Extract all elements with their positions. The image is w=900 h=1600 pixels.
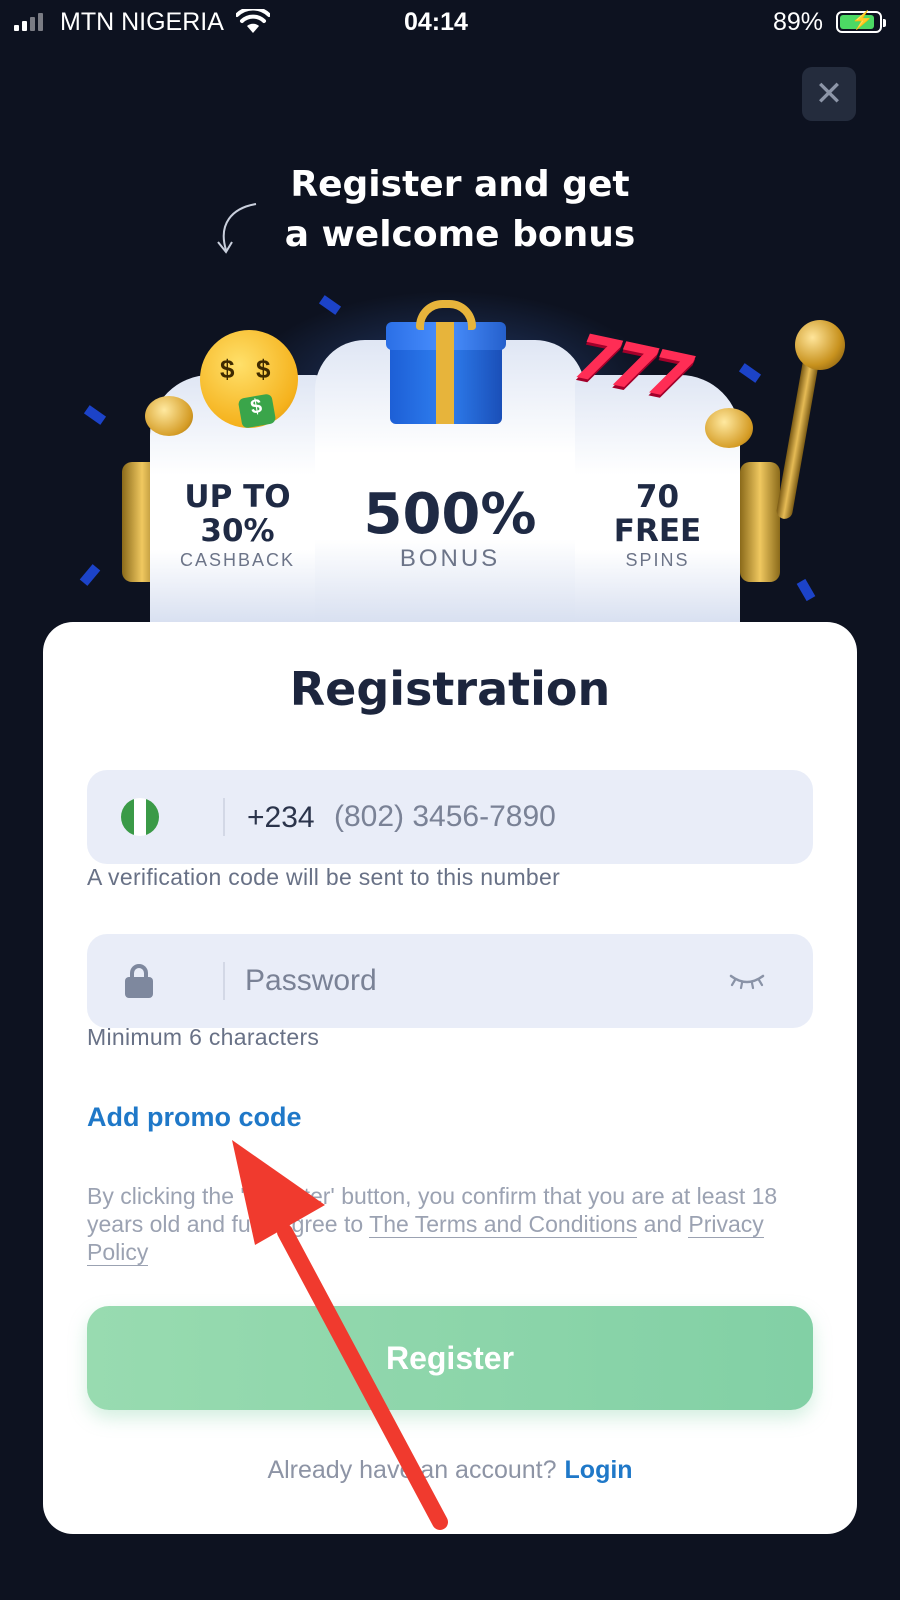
promo-title-line1: Register and get (290, 164, 630, 205)
phone-field[interactable]: +234 (87, 770, 834, 864)
login-link[interactable]: Login (565, 1456, 633, 1484)
slot-lever-knob (795, 320, 845, 370)
battery-percentage: 89% (773, 8, 824, 36)
carrier-name: MTN NIGERIA (60, 8, 224, 36)
registration-card: Registration +234 A verification code wi… (43, 622, 857, 1534)
login-prompt-text: Already have an account? (267, 1456, 557, 1484)
slot-lever (775, 349, 821, 521)
free-spins-line2: FREE (613, 513, 702, 549)
phone-input[interactable] (334, 792, 834, 842)
add-promo-code-link[interactable]: Add promo code (87, 1102, 302, 1133)
clock: 04:14 (404, 8, 468, 36)
promo-title: Register and get a welcome bonus (270, 160, 650, 260)
confetti-decoration (79, 564, 101, 586)
promo-title-line2: a welcome bonus (284, 214, 636, 255)
cashback-caption: CASHBACK (179, 550, 296, 570)
eye-closed-icon[interactable] (727, 968, 767, 992)
cellular-signal-icon (14, 13, 43, 31)
curved-arrow-icon (217, 203, 257, 254)
terms-notice: By clicking the 'Register' button, you c… (87, 1182, 807, 1266)
coin-icon (705, 408, 753, 448)
slot-machine-side (740, 462, 780, 582)
terms-and-conditions-link[interactable]: The Terms and Conditions (369, 1211, 638, 1238)
bonus-value: 500% (363, 482, 537, 547)
cashback-value: 30% (200, 513, 275, 549)
password-field[interactable] (87, 934, 813, 1028)
money-mouth-emoji-icon: $ $ $ (200, 330, 298, 429)
charging-bolt-icon: ⚡ (851, 10, 874, 30)
phone-helper-text: A verification code will be sent to this… (87, 864, 561, 890)
lock-icon (125, 964, 153, 998)
battery-icon: ⚡ (836, 10, 886, 33)
close-icon: ✕ (814, 75, 844, 113)
country-code: +234 (247, 801, 315, 834)
free-spins-count: 70 (635, 479, 680, 515)
wifi-icon (236, 9, 270, 33)
bonus-caption: BONUS (399, 545, 501, 572)
gift-box-icon (386, 300, 510, 424)
confetti-decoration (738, 363, 762, 383)
register-button[interactable]: Register (87, 1306, 813, 1410)
confetti-decoration (796, 578, 816, 602)
confetti-decoration (83, 405, 107, 425)
cashback-line1: UP TO (184, 479, 291, 515)
coin-icon (145, 396, 193, 436)
password-helper-text: Minimum 6 characters (87, 1024, 320, 1050)
password-input[interactable] (245, 956, 745, 1006)
login-prompt-row: Already have an account? Login (43, 1456, 857, 1485)
terms-text-and: and (637, 1211, 689, 1237)
status-bar: MTN NIGERIA 04:14 89% ⚡ (0, 0, 900, 44)
close-button[interactable]: ✕ (802, 67, 856, 121)
nigeria-flag-icon[interactable] (121, 798, 159, 836)
free-spins-caption: SPINS (625, 550, 690, 570)
registration-title: Registration (289, 662, 611, 716)
